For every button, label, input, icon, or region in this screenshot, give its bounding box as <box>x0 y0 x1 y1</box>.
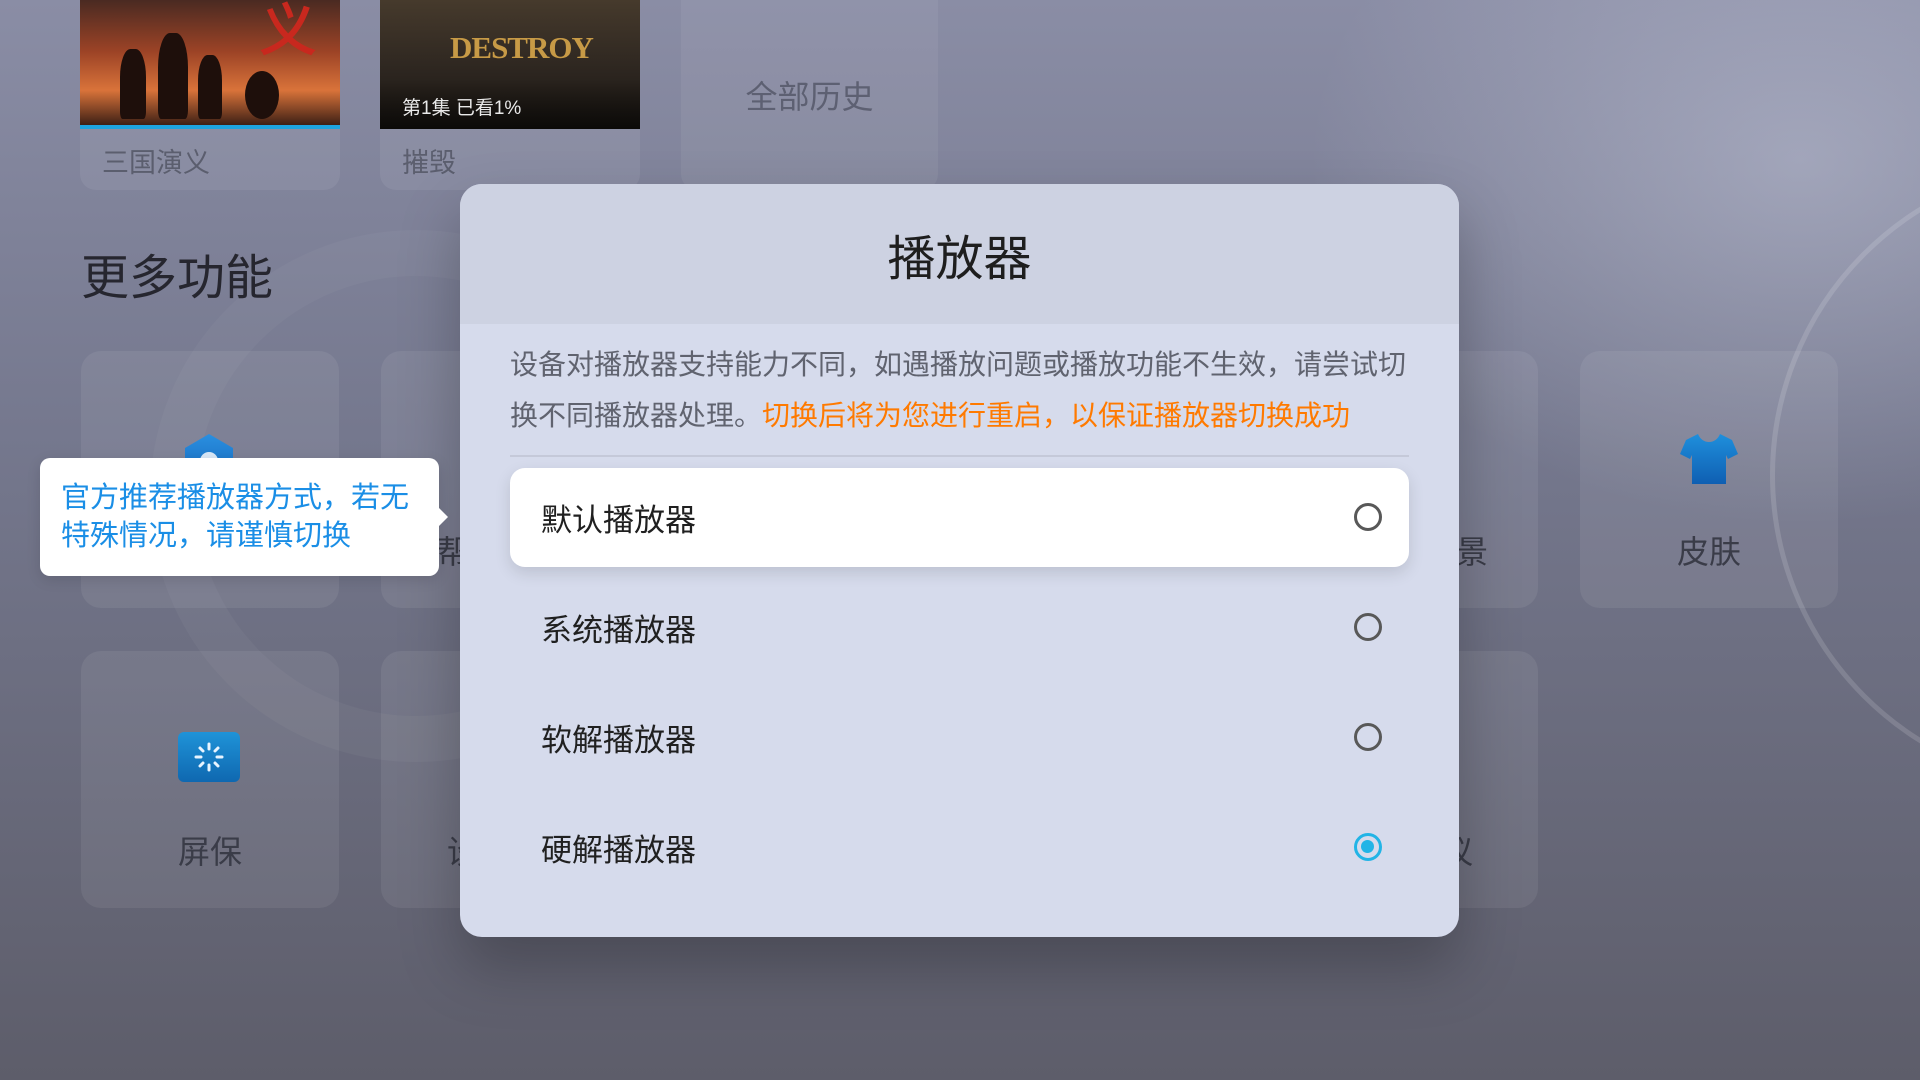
screensaver-label: 屏保 <box>177 834 242 870</box>
tshirt-icon <box>1678 428 1740 495</box>
radio-button[interactable] <box>1354 503 1382 531</box>
section-heading: 更多功能 <box>81 252 274 305</box>
option-label: 硬解播放器 <box>541 833 696 868</box>
tooltip-text: 官方推荐播放器方式，若无特殊情况，请谨慎切换 <box>61 482 410 552</box>
option-label: 软解播放器 <box>541 723 696 758</box>
poster-image: 义 <box>80 0 340 129</box>
screen: 义 三国演义 DESTROY 第1集 已看1% 摧毁 全部历史 更多功能 帮 景 <box>0 0 1920 1080</box>
option-software-decode-player[interactable]: 软解播放器 <box>510 688 1409 787</box>
radio-button[interactable] <box>1354 613 1382 641</box>
poster-art-lettering: DESTROY <box>450 30 594 65</box>
history-item-1[interactable]: 义 三国演义 <box>80 0 340 190</box>
function-tile-label: 景 <box>1456 534 1489 570</box>
player-hint-tooltip: 官方推荐播放器方式，若无特殊情况，请谨慎切换 <box>40 458 448 576</box>
dialog-description: 设备对播放器支持能力不同，如遇播放问题或播放功能不生效，请尝试切换不同播放器处理… <box>510 339 1409 441</box>
description-warning: 切换后将为您进行重启，以保证播放器切换成功 <box>762 400 1351 431</box>
radio-button[interactable] <box>1354 723 1382 751</box>
screensaver-icon <box>178 732 240 787</box>
option-hardware-decode-player[interactable]: 硬解播放器 <box>510 798 1409 897</box>
episode-progress-badge: 第1集 已看1% <box>402 98 522 119</box>
option-system-player[interactable]: 系统播放器 <box>510 578 1409 677</box>
divider <box>510 455 1409 457</box>
option-default-player[interactable]: 默认播放器 <box>510 468 1409 567</box>
dialog-header: 播放器 <box>460 184 1459 324</box>
poster-image: DESTROY 第1集 已看1% <box>380 0 640 129</box>
option-label: 系统播放器 <box>541 613 696 648</box>
tooltip-arrow <box>439 508 448 526</box>
player-options: 默认播放器 系统播放器 软解播放器 硬解播放器 <box>510 468 1409 897</box>
player-dialog: 播放器 设备对播放器支持能力不同，如遇播放问题或播放功能不生效，请尝试切换不同播… <box>460 184 1459 937</box>
history-item-title: 摧毁 <box>402 148 456 178</box>
history-item-title: 三国演义 <box>102 148 210 178</box>
radio-button[interactable] <box>1354 833 1382 861</box>
poster-art-lettering: 义 <box>260 0 316 64</box>
all-history-button[interactable]: 全部历史 <box>681 0 938 190</box>
watch-progress-fill <box>80 125 340 129</box>
skin-label: 皮肤 <box>1676 534 1741 570</box>
all-history-label: 全部历史 <box>745 79 874 115</box>
option-label: 默认播放器 <box>541 503 696 538</box>
history-item-2[interactable]: DESTROY 第1集 已看1% 摧毁 <box>380 0 640 190</box>
watch-progress-bar <box>80 125 340 129</box>
dialog-title: 播放器 <box>887 233 1032 286</box>
